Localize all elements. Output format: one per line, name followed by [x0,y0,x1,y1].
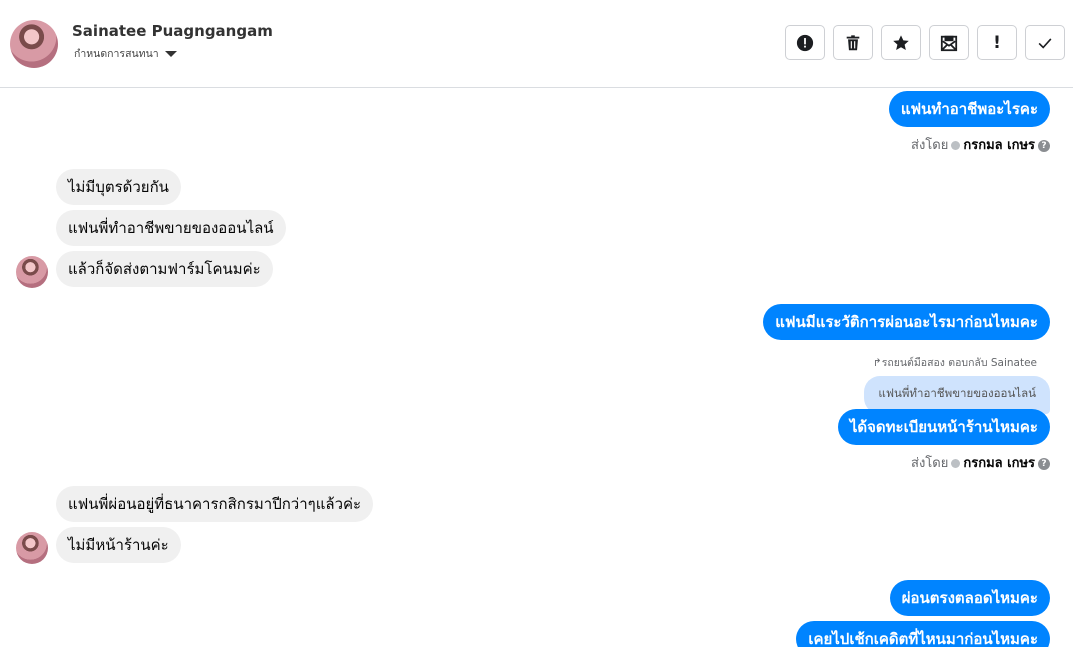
incoming-message[interactable]: แล้วก็จัดส่งตามฟาร์มโคนมค่ะ [56,251,273,287]
message-thread[interactable]: แฟนทำอาชีพอะไรคะ ส่งโดย กรกมล เกษร? ไม่มี… [0,89,1073,647]
incoming-message[interactable]: แฟนพี่ทำอาชีพขายของออนไลน์ [56,210,286,246]
checkmark-icon [1038,37,1052,49]
mark-unread-button[interactable] [929,25,969,60]
follow-up-button[interactable]: ! [977,25,1017,60]
star-button[interactable] [881,25,921,60]
sent-by-label: ส่งโดย [911,456,949,471]
caret-down-icon [164,51,177,57]
mark-spam-button[interactable] [785,25,825,60]
contact-avatar-small[interactable] [16,256,48,288]
star-icon [893,34,909,50]
alert-circle-icon [796,34,814,51]
contact-avatar[interactable] [10,20,58,68]
verified-icon [951,459,961,468]
incoming-message[interactable]: ไม่มีบุตรด้วยกัน [56,169,181,205]
trash-icon [846,34,860,50]
conversation-label-text: กำหนดการสนทนา [74,48,159,60]
sent-by-info: ส่งโดย กรกมล เกษร? [911,134,1050,155]
sent-by-agent[interactable]: กรกมล เกษร [963,138,1035,153]
sent-by-agent[interactable]: กรกมล เกษร [963,456,1035,471]
action-toolbar: ! [785,25,1065,60]
incoming-message[interactable]: แฟนพี่ผ่อนอยู่ที่ธนาคารกสิกรมาปีกว่าๆแล้… [56,486,374,522]
outgoing-message[interactable]: แฟนมีแระวัติการผ่อนอะไรมาก่อนไหมคะ [763,304,1050,340]
reply-context: ↱รถยนต์มือสอง ตอบกลับ Sainatee [872,357,1037,369]
mark-done-button[interactable] [1025,25,1065,60]
exclamation-icon: ! [993,32,1001,53]
help-icon[interactable]: ? [1038,457,1050,470]
delete-button[interactable] [833,25,873,60]
outgoing-message[interactable]: ได้จดทะเบียนหน้าร้านไหมคะ [837,409,1050,445]
sent-by-info: ส่งโดย กรกมล เกษร? [911,452,1050,473]
mark-unread-icon [940,35,958,51]
outgoing-message[interactable]: แฟนทำอาชีพอะไรคะ [888,91,1050,127]
help-icon[interactable]: ? [1038,139,1050,152]
contact-avatar-small[interactable] [16,532,48,564]
conversation-label-dropdown[interactable]: กำหนดการสนทนา [74,45,177,62]
incoming-message[interactable]: ไม่มีหน้าร้านค่ะ [56,527,181,563]
outgoing-message[interactable]: ผ่อนตรงตลอดไหมคะ [889,580,1050,616]
verified-icon [951,141,961,150]
contact-name[interactable]: Sainatee Puagngangam [72,22,273,40]
conversation-header: Sainatee Puagngangam กำหนดการสนทนา ! [0,0,1073,88]
sent-by-label: ส่งโดย [911,138,949,153]
outgoing-message[interactable]: เคยไปเช้กเคดิตที่ไหนมาก่อนไหมคะ [796,621,1050,647]
